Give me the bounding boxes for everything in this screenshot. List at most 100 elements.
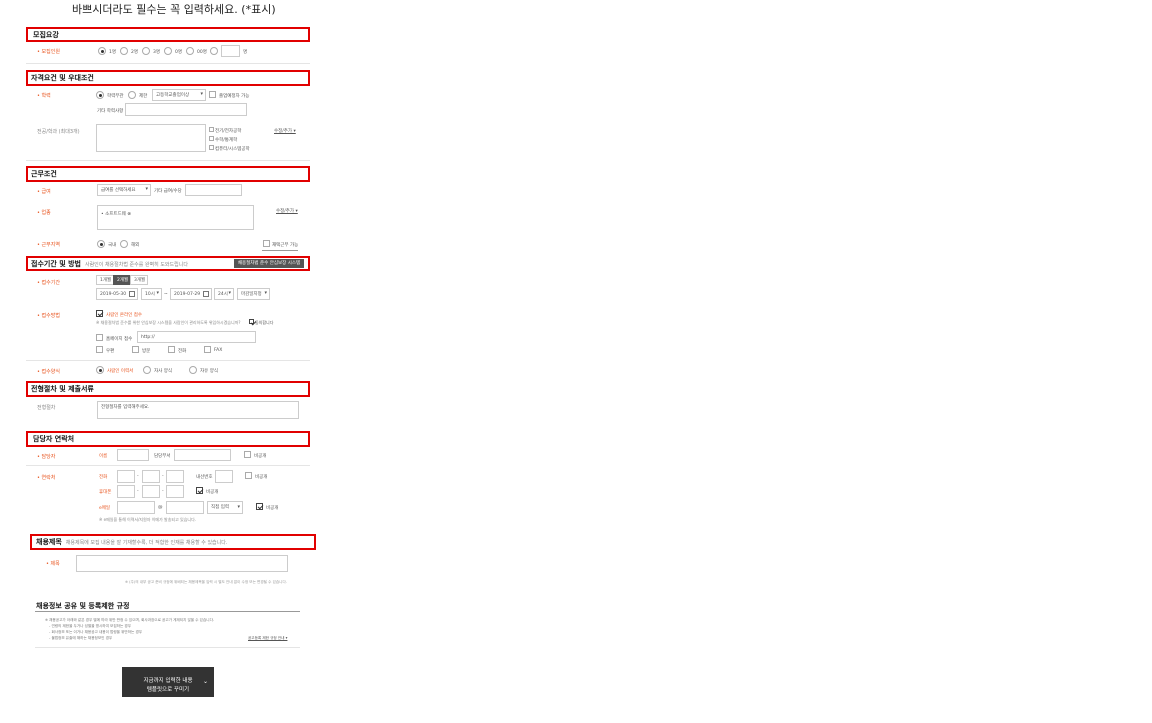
homepage-url-input[interactable]: http:// — [137, 331, 256, 343]
industry-label: • 업종 — [37, 210, 51, 216]
visit-checkbox[interactable] — [132, 346, 139, 353]
range-separator: ~ — [164, 292, 168, 297]
region-domestic-radio[interactable] — [97, 240, 105, 248]
calendar-icon[interactable] — [203, 291, 209, 297]
education-limit-radio[interactable] — [128, 91, 136, 99]
name-input[interactable] — [117, 449, 149, 461]
headcount-option-2: 2명 — [131, 50, 139, 55]
form-free-radio[interactable] — [189, 366, 197, 374]
graduate-expected-checkbox[interactable] — [209, 91, 216, 98]
divider — [26, 360, 310, 361]
major-option-2: 수학/통계학 — [215, 138, 238, 143]
period-label: • 접수기간 — [37, 280, 60, 286]
form-label: • 접수양식 — [37, 369, 60, 375]
ext-input[interactable] — [215, 470, 233, 483]
agree-checkbox[interactable] — [249, 319, 254, 324]
policy-link[interactable]: 공고등록 제한 규정 안내 ▾ — [248, 636, 287, 641]
headcount-radio-3[interactable] — [142, 47, 150, 55]
period-tab-2month[interactable]: 2개월 — [113, 275, 131, 285]
period-tab-1month[interactable]: 1개월 — [96, 275, 114, 285]
homepage-apply-checkbox[interactable] — [96, 334, 103, 341]
region-label: • 근무지역 — [37, 242, 60, 248]
other-pay-input[interactable] — [185, 184, 242, 196]
headcount-input[interactable] — [221, 45, 240, 57]
headcount-radio-5[interactable] — [186, 47, 194, 55]
form-saramin-radio[interactable] — [96, 366, 104, 374]
process-input[interactable]: 전형절차를 입력해주세요. — [97, 401, 299, 419]
manager-private-checkbox[interactable] — [244, 451, 251, 458]
policy-line-2: - 연령의 제한을 두거나 성별을 명시하여 모집하는 경우 — [49, 624, 132, 628]
major-label: 전공/학과 (최대3개) — [37, 129, 80, 135]
major-checkbox-1[interactable] — [209, 127, 214, 132]
end-time-select[interactable]: 24시 — [214, 288, 234, 300]
policy-line-1: ※ 채용공고가 아래와 같은 경우 별에 따라 위반 판정 수 있으며, 회사과… — [45, 618, 215, 622]
region-abroad-label: 해외 — [131, 243, 140, 248]
form-company-radio[interactable] — [143, 366, 151, 374]
other-education-input[interactable] — [125, 103, 247, 116]
education-any-radio[interactable] — [96, 91, 104, 99]
mobile-input-1[interactable] — [117, 485, 135, 498]
mobile-input-3[interactable] — [166, 485, 184, 498]
section-work-conditions-title: 근무조건 — [31, 170, 57, 178]
major-edit-link[interactable]: 수정/추가 ▾ — [274, 128, 296, 134]
headcount-radio-2[interactable] — [120, 47, 128, 55]
safe-system-tag[interactable]: 채용절차법 준수 안심보장 시스템 — [234, 259, 304, 268]
remote-work-checkbox[interactable] — [263, 240, 270, 247]
section-recruit-outline — [26, 27, 310, 42]
header-notice: 바쁘시더라도 필수는 꼭 입력하세요. (*표시) — [72, 3, 276, 16]
major-checkbox-3[interactable] — [209, 145, 214, 150]
period-tab-3month[interactable]: 3개월 — [130, 275, 148, 285]
industry-item[interactable]: • 소프트드웨 ⊗ — [101, 211, 131, 217]
end-type-select[interactable]: 마감일지정 — [237, 288, 270, 300]
mail-checkbox[interactable] — [96, 346, 103, 353]
start-time-select[interactable]: 10시 — [141, 288, 162, 300]
job-title-input[interactable] — [76, 555, 288, 572]
phone-label: 전화 — [99, 475, 108, 480]
headcount-radio-1[interactable] — [98, 47, 106, 55]
visit-label: 방문 — [142, 349, 151, 354]
headcount-radio-4[interactable] — [164, 47, 172, 55]
section-job-title-title: 채용제목 채용제목에 모집 내용을 잘 기재할수록, 더 적합한 인재를 채용할 … — [36, 538, 228, 546]
headcount-unit: 명 — [243, 50, 248, 55]
region-underline — [262, 250, 298, 251]
region-abroad-radio[interactable] — [120, 240, 128, 248]
mobile-input-2[interactable] — [142, 485, 160, 498]
headcount-option-5: 00명 — [197, 50, 207, 55]
email-id-input[interactable] — [117, 501, 155, 514]
email-domain-select[interactable]: 직접 입력 — [207, 501, 243, 514]
phone-input-2[interactable] — [142, 470, 160, 483]
mobile-private-checkbox[interactable] — [196, 487, 203, 494]
phone-method-label: 전화 — [178, 349, 187, 354]
phone-private-checkbox[interactable] — [245, 472, 252, 479]
major-box[interactable] — [96, 124, 206, 152]
section-qualifications-title: 자격요건 및 우대조건 — [31, 74, 94, 82]
template-button[interactable]: 지금까지 입력한 내용 템플릿으로 꾸미기 ⌄ — [122, 667, 214, 697]
dash: - — [162, 474, 164, 479]
mail-label: 우편 — [106, 349, 115, 354]
section-policy-title: 채용정보 공유 및 등록제한 규정 — [36, 602, 130, 610]
calendar-icon[interactable] — [129, 291, 135, 297]
salary-select[interactable]: 급여를 선택하세요 — [97, 184, 151, 196]
fax-checkbox[interactable] — [204, 346, 211, 353]
headcount-radio-6[interactable] — [210, 47, 218, 55]
education-level-select[interactable]: 고등학교졸업이상 — [152, 89, 206, 101]
major-checkbox-2[interactable] — [209, 136, 214, 141]
industry-box[interactable] — [97, 205, 254, 230]
dash: - — [162, 489, 164, 494]
divider — [26, 465, 310, 466]
mobile-private-label: 비공개 — [206, 490, 219, 495]
manager-private-label: 비공개 — [254, 454, 267, 459]
online-apply-checkbox[interactable] — [96, 310, 103, 317]
policy-line-3: - 회사정보 또는 이거나 채용공고 내용이 법령을 위반하는 경우 — [49, 630, 143, 634]
dept-input[interactable] — [174, 449, 231, 461]
email-domain-input[interactable] — [166, 501, 204, 514]
major-option-1: 전기/전자공학 — [215, 129, 242, 134]
phone-input-1[interactable] — [117, 470, 135, 483]
email-private-checkbox[interactable] — [256, 503, 263, 510]
phone-checkbox[interactable] — [168, 346, 175, 353]
dash: - — [137, 489, 139, 494]
industry-edit-link[interactable]: 수정/추가 ▾ — [276, 208, 298, 214]
manager-label: • 담당자 — [37, 454, 56, 460]
phone-input-3[interactable] — [166, 470, 184, 483]
remote-work-label: 재택근무 가능 — [272, 243, 299, 248]
